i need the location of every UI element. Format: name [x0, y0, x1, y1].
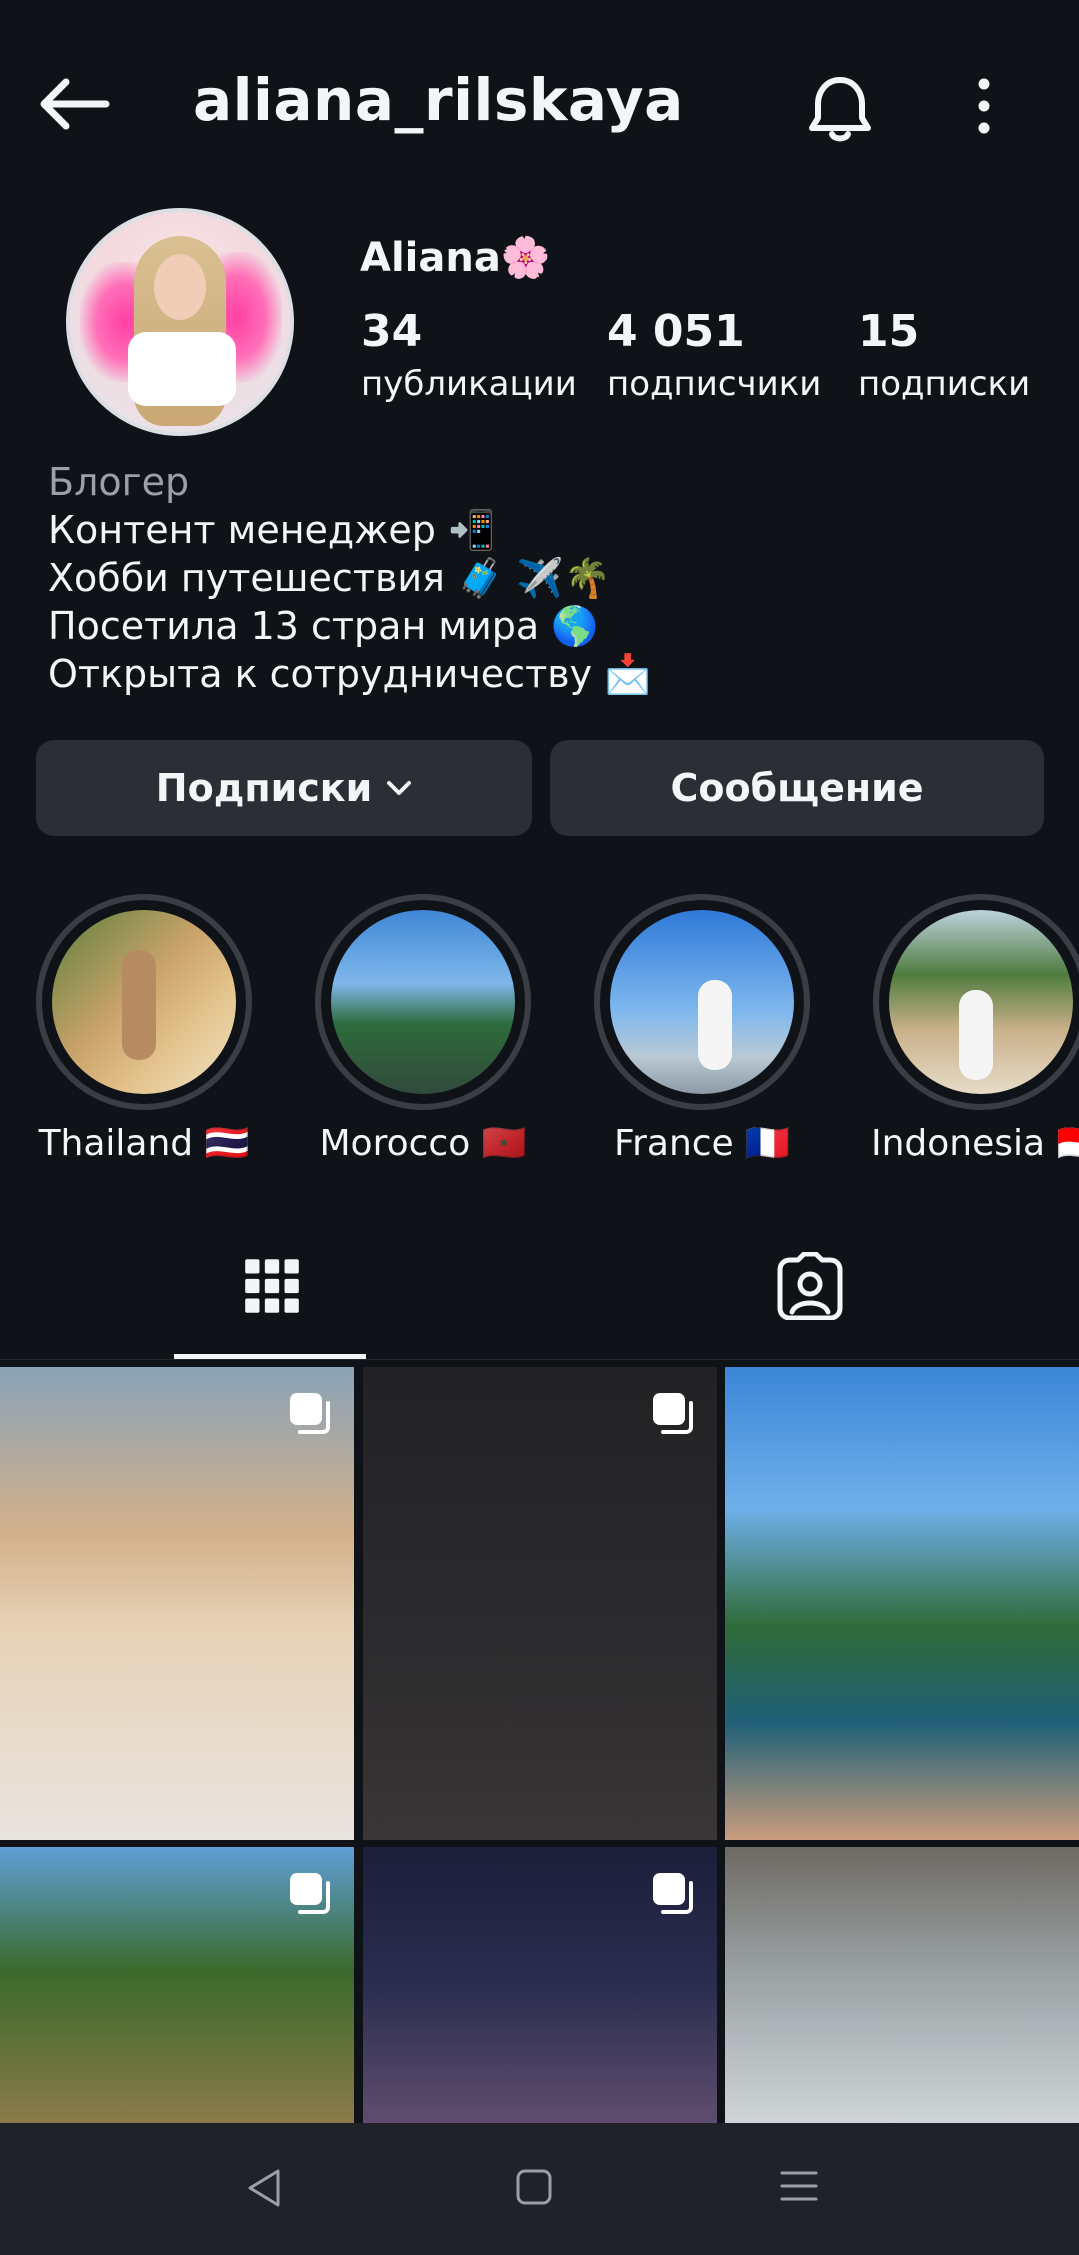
message-button[interactable]: Сообщение	[550, 740, 1044, 836]
highlight-label: Indonesia 🇮🇩	[871, 1123, 1079, 1164]
nav-home-icon[interactable]	[514, 2167, 554, 2207]
stat-following[interactable]: 15 подписки	[858, 306, 1031, 405]
top-bar: aliana_rilskaya	[0, 0, 1079, 215]
bio-line: Посетила 13 стран мира 🌎	[48, 604, 599, 648]
multi-post-icon	[653, 1873, 693, 1914]
highlight-image	[610, 910, 794, 1094]
multi-post-icon	[290, 1393, 330, 1434]
stat-posts[interactable]: 34 публикации	[361, 306, 577, 405]
highlight-label: Morocco 🇲🇦	[319, 1123, 527, 1164]
stat-posts-label: публикации	[361, 364, 577, 405]
stat-followers[interactable]: 4 051 подписчики	[607, 306, 822, 405]
stat-followers-label: подписчики	[607, 364, 822, 405]
post-thumbnail[interactable]	[0, 1847, 354, 2123]
stat-followers-value: 4 051	[607, 306, 745, 357]
post-thumbnail[interactable]	[363, 1367, 717, 1840]
post-thumbnail[interactable]	[725, 1847, 1079, 2123]
tabs-divider	[0, 1359, 1079, 1360]
highlight-france[interactable]: France 🇫🇷	[592, 894, 812, 1184]
bio-line: Открыта к сотрудничеству 📩	[48, 652, 652, 696]
highlight-image	[331, 910, 515, 1094]
chevron-down-icon	[387, 781, 412, 795]
profile-avatar[interactable]	[66, 208, 294, 436]
arrow-left-icon[interactable]	[36, 76, 110, 132]
multi-post-icon	[290, 1873, 330, 1914]
multi-post-icon	[653, 1393, 693, 1434]
highlight-image	[52, 910, 236, 1094]
nav-recents-icon[interactable]	[780, 2167, 818, 2205]
highlight-indonesia[interactable]: Indonesia 🇮🇩	[871, 894, 1079, 1184]
highlight-morocco[interactable]: Morocco 🇲🇦	[313, 894, 533, 1184]
profile-tabs	[0, 1230, 1079, 1360]
stat-following-label: подписки	[858, 364, 1031, 405]
bio-line: Контент менеджер 📲	[48, 508, 496, 552]
post-thumbnail[interactable]	[0, 1367, 354, 1840]
more-vertical-icon[interactable]	[966, 76, 1002, 136]
tagged-icon[interactable]	[776, 1252, 844, 1320]
grid-icon[interactable]	[244, 1252, 300, 1320]
profile-bio: Блогер Контент менеджер 📲 Хобби путешест…	[48, 458, 652, 698]
bell-icon[interactable]	[804, 72, 876, 144]
profile-username: aliana_rilskaya	[193, 66, 684, 134]
stat-posts-value: 34	[361, 306, 423, 357]
post-thumbnail[interactable]	[725, 1367, 1079, 1840]
highlight-label: Thailand 🇹🇭	[38, 1123, 250, 1164]
bio-category: Блогер	[48, 460, 190, 504]
highlight-label: France 🇫🇷	[614, 1123, 790, 1164]
message-button-label: Сообщение	[670, 766, 924, 810]
following-button-label: Подписки	[155, 766, 373, 810]
highlight-thailand[interactable]: Thailand 🇹🇭	[34, 894, 254, 1184]
system-nav-bar	[0, 2123, 1079, 2255]
bio-line: Хобби путешествия 🧳 ✈️🌴	[48, 556, 612, 600]
display-name: Aliana🌸	[360, 235, 551, 281]
posts-grid	[0, 1367, 1079, 2123]
stat-following-value: 15	[858, 306, 920, 357]
post-thumbnail[interactable]	[363, 1847, 717, 2123]
highlight-image	[889, 910, 1073, 1094]
following-button[interactable]: Подписки	[36, 740, 532, 836]
nav-back-icon[interactable]	[244, 2167, 286, 2209]
